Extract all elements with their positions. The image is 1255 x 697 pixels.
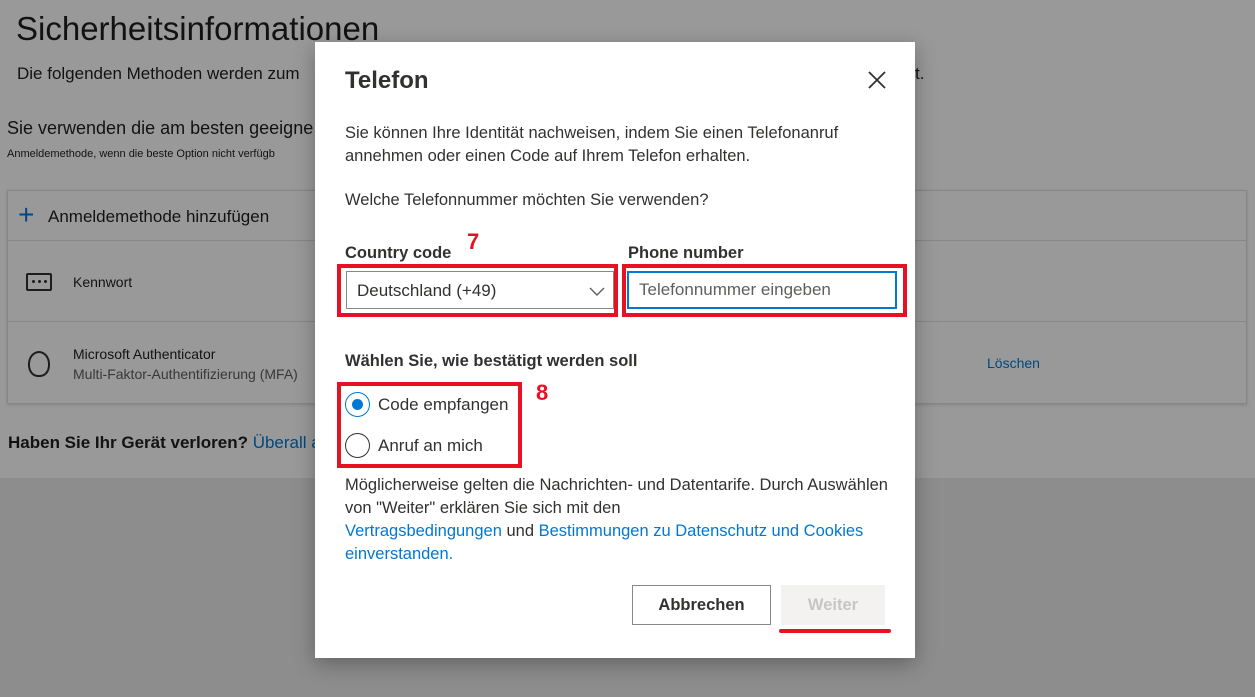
country-code-label: Country code (345, 244, 452, 262)
annotation-number-7: 7 (467, 229, 480, 254)
cancel-button[interactable]: Abbrechen (632, 585, 771, 625)
annotation-underline-next (779, 629, 891, 633)
terms-body: Möglicherweise gelten die Nachrichten- u… (345, 476, 888, 517)
terms-text: Möglicherweise gelten die Nachrichten- u… (345, 474, 895, 566)
dialog-title: Telefon (345, 67, 429, 94)
annotation-box-radio (337, 382, 522, 468)
terms-link[interactable]: Vertragsbedingungen (345, 522, 502, 540)
verify-method-label: Wählen Sie, wie bestätigt werden soll (345, 352, 638, 370)
annotation-box-country (337, 264, 618, 317)
phone-dialog: Telefon Sie können Ihre Identität nachwe… (315, 42, 915, 658)
next-button[interactable]: Weiter (781, 585, 885, 625)
phone-number-label: Phone number (628, 244, 744, 262)
dialog-description: Sie können Ihre Identität nachweisen, in… (345, 124, 839, 165)
annotation-box-phone (622, 264, 907, 317)
annotation-number-8: 8 (536, 380, 549, 405)
terms-and: und (506, 522, 535, 540)
close-icon[interactable] (865, 68, 889, 92)
phone-question: Welche Telefonnummer möchten Sie verwend… (345, 191, 709, 209)
